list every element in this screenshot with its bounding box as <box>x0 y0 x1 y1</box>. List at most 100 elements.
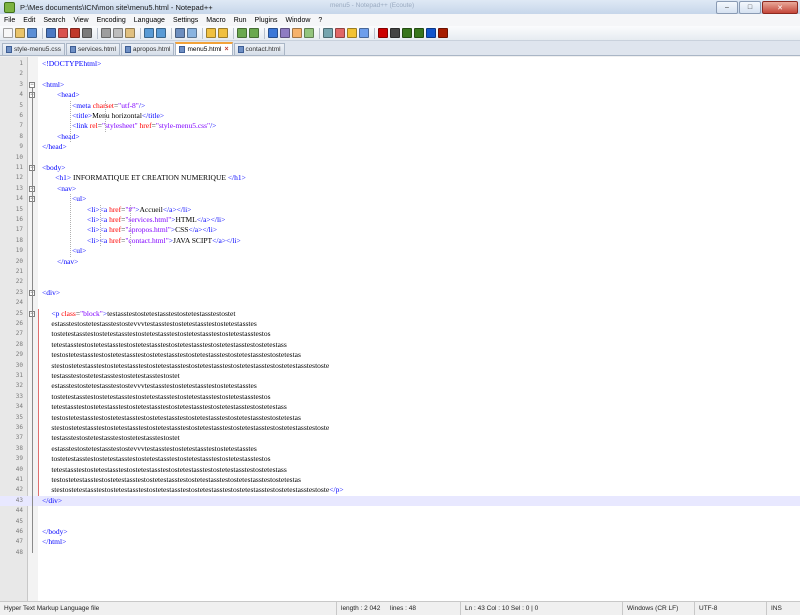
code-line[interactable]: 46 </body> <box>0 527 800 537</box>
code-line[interactable]: 44 <box>0 506 800 516</box>
close-icon[interactable] <box>58 28 68 38</box>
print-icon[interactable] <box>82 28 92 38</box>
code-line[interactable]: 9 </head> <box>0 142 800 152</box>
code-line[interactable]: 4 <head> <box>0 90 800 100</box>
code-line[interactable]: 37 testasstestostetestasstestostetestass… <box>0 433 800 443</box>
tab-style-menu5-css[interactable]: style-menu5.css <box>2 43 65 55</box>
code-line[interactable]: 10 <box>0 153 800 163</box>
code-line[interactable]: 47 </html> <box>0 537 800 547</box>
code-line[interactable]: 39 tostetestasstestostetestasstestostete… <box>0 454 800 464</box>
menu-file[interactable]: File <box>0 17 19 24</box>
undo-icon[interactable] <box>144 28 154 38</box>
abc-icon[interactable] <box>438 28 448 38</box>
code-line[interactable]: 41 testostetestasstestostetestasstestost… <box>0 475 800 485</box>
user-lang-icon[interactable] <box>304 28 314 38</box>
open-file-icon[interactable] <box>15 28 25 38</box>
sync-v-icon[interactable] <box>237 28 247 38</box>
record-macro-icon[interactable] <box>378 28 388 38</box>
find-icon[interactable] <box>175 28 185 38</box>
code-line[interactable]: 12 <h1> INFORMATIQUE ET CREATION NUMERIQ… <box>0 173 800 183</box>
code-line[interactable]: 19 <ul> <box>0 246 800 256</box>
close-tab-icon[interactable]: × <box>224 46 228 53</box>
code-line[interactable]: 34 tetestasstestostetestasstestostetesta… <box>0 402 800 412</box>
menu-window[interactable]: Window <box>282 17 315 24</box>
code-line[interactable]: 40 tetestasstestostetestasstestostetesta… <box>0 465 800 475</box>
word-wrap-icon[interactable] <box>268 28 278 38</box>
code-line[interactable]: 23 <div> <box>0 288 800 298</box>
close-all-icon[interactable] <box>70 28 80 38</box>
zoom-in-icon[interactable] <box>206 28 216 38</box>
code-line[interactable]: 13 <nav> <box>0 184 800 194</box>
minimize-button[interactable]: – <box>716 1 738 14</box>
redo-icon[interactable] <box>156 28 166 38</box>
function-list-icon[interactable] <box>335 28 345 38</box>
code-line[interactable]: 33 tostetestasstestostetestasstestostete… <box>0 392 800 402</box>
status-encoding[interactable]: UTF-8 <box>694 602 717 615</box>
menu-encoding[interactable]: Encoding <box>93 17 130 24</box>
save-all-icon[interactable] <box>46 28 56 38</box>
cut-icon[interactable] <box>101 28 111 38</box>
menu-search[interactable]: Search <box>39 17 69 24</box>
menu-macro[interactable]: Macro <box>202 17 229 24</box>
code-line[interactable]: 15 <li><a href="#">Accueil</a></li> <box>0 205 800 215</box>
play-macro-icon[interactable] <box>402 28 412 38</box>
code-editor[interactable]: 1 <!DOCTYPEhtml> 2 3 <html> 4 <head> 5 <meta c… <box>0 57 800 601</box>
new-file-icon[interactable] <box>3 28 13 38</box>
code-line[interactable]: 36 stestostetestasstestostetestasstestos… <box>0 423 800 433</box>
monitor-icon[interactable] <box>359 28 369 38</box>
code-line[interactable]: 3 <html> <box>0 80 800 90</box>
code-line[interactable]: 16 <li><a href="services.html">HTML</a><… <box>0 215 800 225</box>
code-line[interactable]: 18 <li><a href="contact.html">JAVA SCIPT… <box>0 236 800 246</box>
code-line[interactable]: 42 stestostetestasstestostetestasstestos… <box>0 485 800 495</box>
code-line[interactable]: 25 <p class="block">testasstestostetesta… <box>0 309 800 319</box>
code-line[interactable]: 29 testostetestasstestostetestasstestost… <box>0 350 800 360</box>
menu-view[interactable]: View <box>70 17 93 24</box>
code-line[interactable]: 27 tostetestasstestostetestasstestostete… <box>0 329 800 339</box>
doc-map-icon[interactable] <box>323 28 333 38</box>
code-line[interactable]: 24 <box>0 298 800 308</box>
show-all-icon[interactable] <box>280 28 290 38</box>
close-window-button[interactable]: ✕ <box>762 1 798 14</box>
tab-apropos-html[interactable]: apropos.html <box>120 43 175 55</box>
tab-contact-html[interactable]: contact.html <box>233 43 285 55</box>
code-line[interactable]: 32 estasstestostetestasstestostevvvtesta… <box>0 381 800 391</box>
code-line[interactable]: 48 <box>0 548 800 558</box>
code-line[interactable]: 38 estasstestostetestasstestostevvvtesta… <box>0 444 800 454</box>
code-line[interactable]: 11 <body> <box>0 163 800 173</box>
code-line[interactable]: 7 <link rel="stylesheet" href="style-men… <box>0 121 800 131</box>
save-macro-icon[interactable] <box>426 28 436 38</box>
code-line[interactable]: 17 <li><a href="apropos.html">CSS</a></l… <box>0 225 800 235</box>
menu-run[interactable]: Run <box>230 17 251 24</box>
indent-guide-icon[interactable] <box>292 28 302 38</box>
code-line[interactable]: 22 <box>0 277 800 287</box>
replace-icon[interactable] <box>187 28 197 38</box>
code-line[interactable]: 31 testasstestostetestasstestostetestass… <box>0 371 800 381</box>
code-line[interactable]: 45 <box>0 517 800 527</box>
menu-edit[interactable]: Edit <box>19 17 39 24</box>
menu-help[interactable]: ? <box>314 17 326 24</box>
code-line[interactable]: 6 <title>Menu horizontal</title> <box>0 111 800 121</box>
code-line[interactable]: 35 testostetestasstestostetestasstestost… <box>0 413 800 423</box>
code-line[interactable]: 20 </nav> <box>0 257 800 267</box>
run-macro-icon[interactable] <box>414 28 424 38</box>
copy-icon[interactable] <box>113 28 123 38</box>
code-line[interactable]: 5 <meta charset="utf-8"/> <box>0 101 800 111</box>
folder-icon[interactable] <box>347 28 357 38</box>
code-line[interactable]: 21 <box>0 267 800 277</box>
sync-h-icon[interactable] <box>249 28 259 38</box>
code-line[interactable]: 30 stestostetestasstestostetestasstestos… <box>0 361 800 371</box>
status-mode[interactable]: INS <box>766 602 782 615</box>
menu-language[interactable]: Language <box>130 17 169 24</box>
zoom-out-icon[interactable] <box>218 28 228 38</box>
menu-settings[interactable]: Settings <box>169 17 202 24</box>
tab-menu5-html[interactable]: menu5.html × <box>175 42 233 55</box>
code-line[interactable]: 43 </div> <box>0 495 800 507</box>
tab-services-html[interactable]: services.html <box>65 43 120 55</box>
save-icon[interactable] <box>27 28 37 38</box>
code-line[interactable]: 1 <!DOCTYPEhtml> <box>0 59 800 69</box>
paste-icon[interactable] <box>125 28 135 38</box>
stop-record-icon[interactable] <box>390 28 400 38</box>
status-eol[interactable]: Windows (CR LF) <box>622 602 678 615</box>
code-line[interactable]: 2 <box>0 69 800 79</box>
code-line[interactable]: 28 tetestasstestostetestasstestostetesta… <box>0 340 800 350</box>
